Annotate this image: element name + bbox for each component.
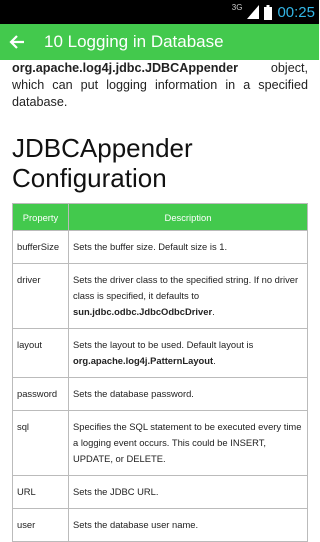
description-text: Sets the database user name.	[73, 519, 199, 530]
table-row: driver Sets the driver class to the speci…	[12, 263, 308, 329]
table-row: layout Sets the layout to be used. Defaul…	[12, 328, 308, 378]
property-cell: bufferSize	[12, 230, 69, 264]
app-bar: 10 Logging in Database	[0, 24, 319, 60]
description-suffix: .	[212, 306, 215, 317]
property-cell: sql	[12, 410, 69, 476]
table-row: password Sets the database password.	[12, 377, 308, 411]
description-suffix: .	[213, 355, 216, 366]
arrow-back-icon	[9, 35, 24, 49]
property-cell: URL	[12, 475, 69, 509]
description-text: Sets the layout to be used. Default layo…	[73, 339, 254, 350]
table-row: user Sets the database user name.	[12, 508, 308, 542]
table-row: URL Sets the JDBC URL.	[12, 475, 308, 509]
table-row: sql Specifies the SQL statement to be exe…	[12, 410, 308, 476]
description-text: Sets the buffer size. Default size is 1.	[73, 241, 228, 252]
description-cell: Sets the JDBC URL.	[68, 475, 308, 509]
description-cell: Sets the layout to be used. Default layo…	[68, 328, 308, 378]
signal-icon	[247, 5, 260, 19]
property-cell: driver	[12, 263, 69, 329]
property-cell: user	[12, 508, 69, 542]
class-name: org.apache.log4j.jdbc.JDBCAppender	[12, 61, 239, 75]
description-text: Sets the driver class to the specified s…	[73, 274, 299, 301]
description-text: Sets the database password.	[73, 388, 194, 399]
description-cell: Sets the buffer size. Default size is 1.	[68, 230, 308, 264]
intro-paragraph: org.apache.log4j.jdbc.JDBCAppender objec…	[12, 60, 308, 111]
status-bar: 3G 00:25	[0, 0, 319, 24]
properties-table: Property Description bufferSize Sets the …	[12, 203, 308, 542]
app-title: 10 Logging in Database	[44, 32, 224, 51]
description-cell: Specifies the SQL statement to be execut…	[68, 410, 308, 476]
header-property: Property	[12, 203, 69, 231]
clock: 00:25	[277, 3, 315, 21]
section-title: JDBCAppender Configuration	[12, 133, 193, 193]
back-button[interactable]	[2, 24, 32, 60]
table-row: bufferSize Sets the buffer size. Default …	[12, 230, 308, 264]
description-cell: Sets the driver class to the specified s…	[68, 263, 308, 329]
table-body: bufferSize Sets the buffer size. Default …	[12, 230, 308, 542]
header-description: Description	[68, 203, 308, 231]
property-cell: layout	[12, 328, 69, 378]
status-icons: 3G 00:25	[232, 0, 315, 24]
description-code: org.apache.log4j.PatternLayout	[73, 355, 214, 366]
description-cell: Sets the database user name.	[68, 508, 308, 542]
description-cell: Sets the database password.	[68, 377, 308, 411]
network-type: 3G	[231, 2, 243, 12]
article-content: org.apache.log4j.jdbc.JDBCAppender objec…	[12, 60, 308, 542]
description-text: Specifies the SQL statement to be execut…	[73, 421, 302, 464]
description-code: sun.jdbc.odbc.JdbcOdbcDriver	[73, 306, 213, 317]
description-text: Sets the JDBC URL.	[73, 486, 159, 497]
battery-icon	[264, 4, 273, 20]
table-header-row: Property Description	[12, 203, 308, 231]
property-cell: password	[12, 377, 69, 411]
